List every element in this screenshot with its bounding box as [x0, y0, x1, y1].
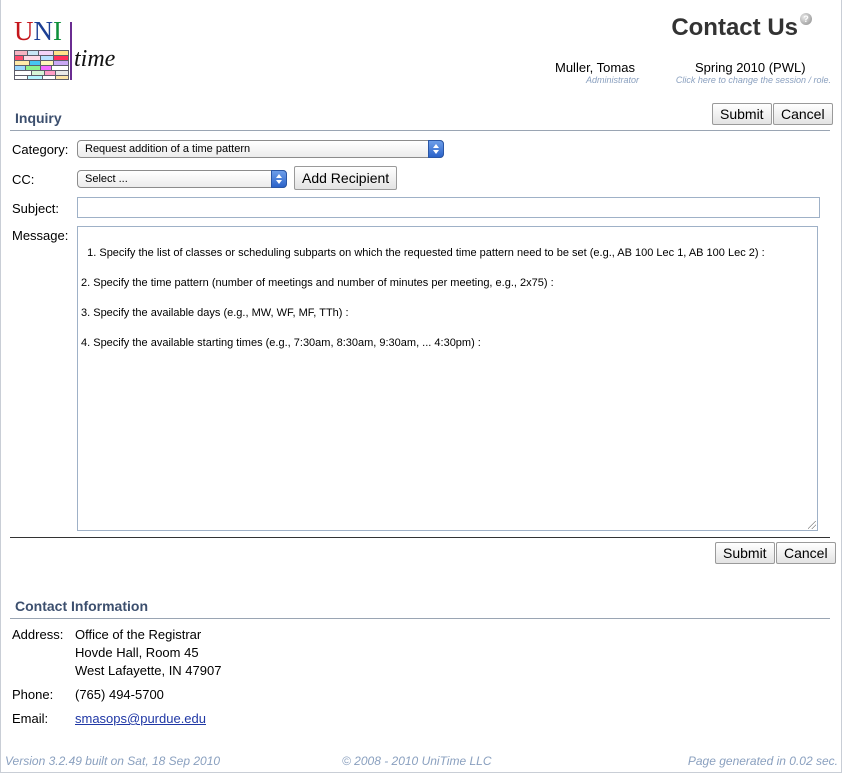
chevron-updown-icon — [271, 170, 287, 188]
page-title: Contact Us — [671, 14, 798, 41]
logo-grid-icon — [14, 50, 69, 80]
cancel-button-top[interactable]: Cancel — [773, 103, 833, 125]
footer-generated: Page generated in 0.02 sec. — [687, 754, 838, 768]
address-line: Hovde Hall, Room 45 — [75, 645, 199, 660]
session-name[interactable]: Spring 2010 (PWL) — [695, 60, 806, 75]
inquiry-title: Inquiry — [15, 110, 62, 126]
change-session-link[interactable]: Click here to change the session / role. — [676, 75, 831, 85]
chevron-updown-icon — [428, 140, 444, 158]
email-label: Email: — [12, 711, 49, 726]
message-label: Message: — [12, 228, 69, 243]
user-role: Administrator — [585, 75, 639, 85]
category-label: Category: — [12, 142, 69, 157]
user-name: Muller, Tomas — [555, 60, 635, 75]
email-link[interactable]: smasops@purdue.edu — [75, 711, 206, 726]
message-text: 1. Specify the list of classes or schedu… — [81, 247, 765, 349]
inquiry-section-header: Inquiry — [10, 100, 830, 131]
cc-label: CC: — [12, 172, 35, 187]
subject-label: Subject: — [12, 201, 59, 216]
cancel-button-bottom[interactable]: Cancel — [776, 542, 836, 564]
cc-select[interactable]: Select ... — [77, 170, 287, 188]
footer-version: Version 3.2.49 built on Sat, 18 Sep 2010 — [5, 754, 221, 768]
category-select[interactable]: Request addition of a time pattern — [77, 140, 444, 158]
footer-copyright: © 2008 - 2010 UniTime LLC — [342, 754, 492, 768]
unitime-logo[interactable]: UNI time — [14, 16, 124, 82]
phone-value: (765) 494-5700 — [75, 687, 164, 702]
logo-uni-text: UNI — [14, 16, 62, 46]
form-divider — [10, 537, 830, 538]
contact-section-header: Contact Information — [10, 590, 830, 619]
submit-button-top[interactable]: Submit — [712, 103, 772, 125]
category-select-value: Request addition of a time pattern — [85, 143, 251, 155]
address-line: Office of the Registrar — [75, 627, 202, 642]
address-label: Address: — [12, 627, 64, 642]
contact-title: Contact Information — [15, 598, 148, 614]
submit-button-bottom[interactable]: Submit — [715, 542, 775, 564]
address-line: West Lafayette, IN 47907 — [75, 663, 222, 678]
cc-select-value: Select ... — [85, 173, 128, 185]
message-textarea[interactable]: 1. Specify the list of classes or schedu… — [77, 226, 818, 531]
logo-divider — [70, 22, 72, 80]
phone-label: Phone: — [12, 687, 54, 702]
logo-time-text: time — [74, 46, 116, 72]
resize-grip-icon[interactable] — [808, 521, 816, 529]
help-icon[interactable]: ? — [800, 13, 812, 25]
subject-input[interactable] — [77, 197, 820, 218]
add-recipient-button[interactable]: Add Recipient — [294, 166, 398, 190]
